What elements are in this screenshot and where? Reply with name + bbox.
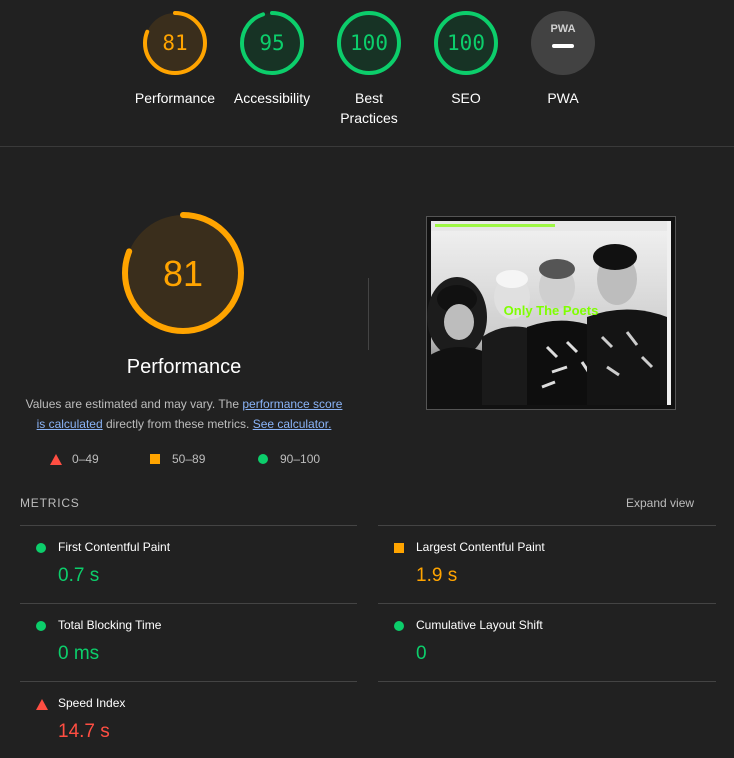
metric-value: 0 ms [58,643,100,664]
desc-text: directly from these metrics. [102,417,253,431]
final-screenshot-image: Only The Poets [427,221,671,405]
legend-range: 90–100 [280,452,321,466]
performance-description: Values are estimated and may vary. The p… [22,394,346,434]
triangle-icon [36,699,48,710]
gauge-label: PWA [547,90,579,106]
square-icon [394,543,404,553]
metrics-divider [378,681,716,682]
pwa-badge-text: PWA [550,23,575,35]
gauge-score: 81 [162,31,187,55]
metric-total-blocking-time: Total Blocking Time 0 ms [20,604,356,680]
expand-view-toggle[interactable]: Expand view [626,496,694,510]
desc-text: Values are estimated and may vary. The [25,397,243,411]
gauge-label-line2: Practices [340,110,398,126]
gauge-label-line1: Best [354,90,383,106]
circle-icon [394,621,404,631]
section-divider [368,278,369,350]
metric-value: 0.7 s [58,565,100,586]
screenshot-overlay-text: Only The Poets [504,303,599,318]
circle-icon [36,621,46,631]
performance-big-gauge: 81 [118,208,248,338]
pwa-badge-icon: PWA [531,11,595,75]
gauge-pwa[interactable]: PWA PWA [513,10,613,108]
metric-title: Cumulative Layout Shift [416,618,543,632]
circle-icon [258,454,268,464]
metric-title: Speed Index [58,696,126,710]
gauge-performance[interactable]: 81 Performance [125,10,225,108]
gauge-accessibility[interactable]: 95 Accessibility [222,10,322,108]
metric-title: First Contentful Paint [58,540,171,554]
gauge-score: 100 [447,31,485,55]
performance-score-ring: 81 [122,212,244,334]
metric-value: 14.7 s [58,721,110,742]
gauge-label: Performance [134,90,216,106]
gauge-label: SEO [451,90,481,106]
performance-title: Performance [126,356,242,378]
circle-icon [36,543,46,553]
metric-title: Largest Contentful Paint [416,540,545,554]
performance-score: 81 [163,253,203,294]
gauge-label: Accessibility [233,90,311,106]
gauge-best-practices[interactable]: 100 Best Practices [319,10,419,128]
legend-range: 50–89 [172,452,206,466]
square-icon [150,454,160,464]
best-practices-score-ring: 100 [337,11,401,75]
gauge-label: Best Practices [319,88,419,128]
metric-title: Total Blocking Time [58,618,162,632]
metric-value: 1.9 s [416,565,458,586]
legend-range: 0–49 [72,452,99,466]
gauge-seo[interactable]: 100 SEO [416,10,516,108]
metric-first-contentful-paint: First Contentful Paint 0.7 s [20,526,356,602]
performance-score-ring: 81 [143,11,207,75]
metrics-heading: METRICS [20,496,80,510]
metric-largest-contentful-paint: Largest Contentful Paint 1.9 s [378,526,714,602]
see-calculator-link[interactable]: See calculator. [253,417,332,431]
metric-speed-index: Speed Index 14.7 s [20,682,356,758]
metric-cumulative-layout-shift: Cumulative Layout Shift 0 [378,604,714,680]
category-gauges: 81 Performance 95 Accessibility 100 Best… [0,0,734,147]
gauge-score: 100 [350,31,388,55]
seo-score-ring: 100 [434,11,498,75]
accessibility-score-ring: 95 [240,11,304,75]
metric-value: 0 [416,643,427,664]
gauge-score: 95 [259,31,284,55]
triangle-icon [50,454,62,465]
final-screenshot[interactable]: Only The Poets [426,216,676,410]
